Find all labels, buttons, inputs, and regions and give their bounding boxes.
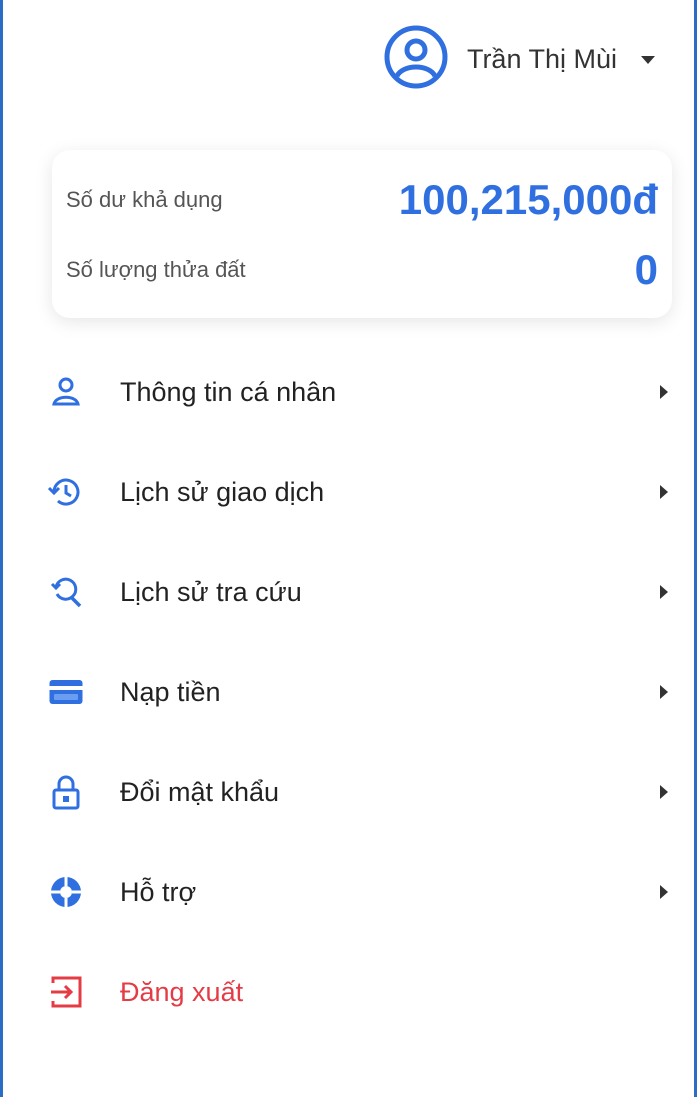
menu-item-change-password[interactable]: Đổi mật khẩu [48, 742, 688, 842]
menu-item-top-up[interactable]: Nạp tiền [48, 642, 688, 742]
card-icon [48, 674, 84, 710]
user-name: Trần Thị Mùi [466, 44, 617, 74]
user-menu[interactable]: Trần Thị Mùi [383, 24, 655, 95]
chevron-right-icon [660, 885, 668, 899]
support-icon [48, 874, 84, 910]
account-menu: Thông tin cá nhân Lịch sử giao dịch Lịch… [48, 342, 688, 1042]
parcel-count-value: 0 [634, 246, 658, 293]
menu-item-label: Nạp tiền [120, 676, 221, 707]
menu-item-label: Đổi mật khẩu [120, 776, 280, 807]
balance-card: Số dư khả dụng 100,215,000đ Số lượng thử… [52, 150, 672, 318]
chevron-right-icon [660, 785, 668, 799]
parcel-count-label: Số lượng thửa đất [66, 257, 246, 282]
menu-item-label: Lịch sử tra cứu [120, 576, 302, 607]
menu-item-label: Hỗ trợ [120, 876, 197, 907]
menu-item-personal-info[interactable]: Thông tin cá nhân [48, 342, 688, 442]
chevron-right-icon [660, 685, 668, 699]
chevron-right-icon [660, 585, 668, 599]
menu-item-transaction-history[interactable]: Lịch sử giao dịch [48, 442, 688, 542]
lock-icon [48, 774, 84, 810]
menu-item-search-history[interactable]: Lịch sử tra cứu [48, 542, 688, 642]
user-circle-icon [383, 24, 449, 95]
parcel-count-row: Số lượng thửa đất 0 [66, 246, 658, 294]
chevron-down-icon[interactable] [641, 55, 655, 64]
chevron-right-icon [660, 485, 668, 499]
menu-item-label: Thông tin cá nhân [120, 376, 337, 407]
menu-item-support[interactable]: Hỗ trợ [48, 842, 688, 942]
available-balance-row: Số dư khả dụng 100,215,000đ [66, 176, 658, 224]
history-icon [48, 474, 84, 510]
menu-item-label: Lịch sử giao dịch [120, 476, 325, 507]
available-balance-value: 100,215,000đ [398, 176, 658, 223]
logout-label: Đăng xuất [120, 976, 244, 1007]
user-icon [48, 374, 84, 410]
available-balance-label: Số dư khả dụng [66, 187, 223, 212]
chevron-right-icon [660, 385, 668, 399]
logout-button[interactable]: Đăng xuất [48, 942, 688, 1042]
search-history-icon [48, 574, 84, 610]
logout-icon [48, 974, 84, 1010]
